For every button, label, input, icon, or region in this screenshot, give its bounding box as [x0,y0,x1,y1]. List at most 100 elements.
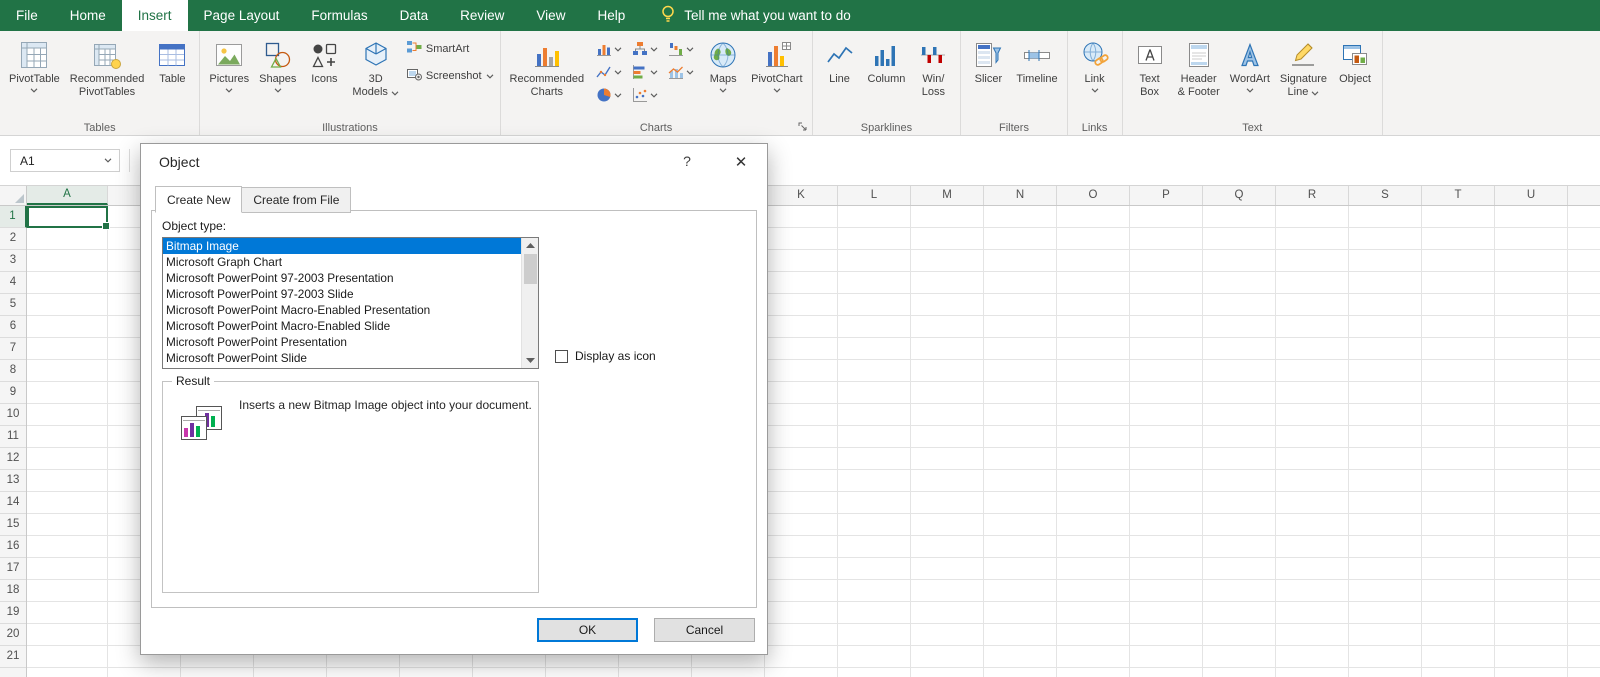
column-header-L[interactable]: L [838,186,911,205]
tell-me-box[interactable]: Tell me what you want to do [661,0,851,31]
column-header-U[interactable]: U [1495,186,1568,205]
object-type-option[interactable]: Microsoft PowerPoint Macro-Enabled Slide [163,318,521,334]
sparkline-line-button[interactable]: Line [817,33,863,120]
row-header-19[interactable]: 19 [0,602,26,624]
column-header-Q[interactable]: Q [1203,186,1276,205]
link-button[interactable]: Link [1072,33,1118,120]
row-header-5[interactable]: 5 [0,294,26,316]
maps-button[interactable]: Maps [700,33,746,120]
menu-tab-help[interactable]: Help [581,0,641,31]
dialog-tab-create-from-file[interactable]: Create from File [241,187,352,213]
insert-line-chart-button[interactable] [595,63,622,80]
smartart-button[interactable]: SmartArt [406,39,494,58]
slicer-button[interactable]: Slicer [965,33,1011,120]
menu-tab-insert[interactable]: Insert [121,0,188,31]
column-header-M[interactable]: M [911,186,984,205]
display-as-icon-checkbox[interactable] [555,349,568,363]
dialog-tab-create-new[interactable]: Create New [155,186,243,213]
row-header-13[interactable]: 13 [0,470,26,492]
chevron-down-icon [650,46,658,53]
header-footer-button[interactable]: Header & Footer [1173,33,1225,120]
insert-bar-chart-button[interactable] [631,63,658,80]
signature-line-button[interactable]: Signature Line [1275,33,1332,120]
column-header-A[interactable]: A [27,186,108,205]
shapes-button[interactable]: Shapes [254,33,301,120]
object-type-option[interactable]: Microsoft PowerPoint Slide [163,350,521,366]
row-header-3[interactable]: 3 [0,250,26,272]
scrollbar-thumb[interactable] [523,254,537,284]
dialog-launcher-icon[interactable] [797,121,809,133]
text-box-button[interactable]: Text Box [1127,33,1173,120]
selected-cell-a1[interactable] [27,206,110,230]
insert-scatter-chart-button[interactable] [631,86,658,103]
row-header-20[interactable]: 20 [0,624,26,646]
column-header-T[interactable]: T [1422,186,1495,205]
insert-hierarchy-chart-button[interactable] [631,40,658,57]
menu-tab-home[interactable]: Home [54,0,122,31]
win-loss-button[interactable]: Win/ Loss [910,33,956,120]
object-button[interactable]: Object [1332,33,1378,120]
object-type-option[interactable]: Microsoft PowerPoint Macro-Enabled Prese… [163,302,521,318]
column-header-P[interactable]: P [1130,186,1203,205]
name-box[interactable]: A1 [10,149,120,172]
object-type-option[interactable]: Microsoft PowerPoint 97-2003 Slide [163,286,521,302]
help-icon[interactable]: ? [677,153,697,169]
recommended-pivottables-button[interactable]: Recommended PivotTables [65,33,150,120]
3d-models-button[interactable]: 3D Models [347,33,403,120]
object-type-option[interactable]: Microsoft Graph Chart [163,254,521,270]
row-header-12[interactable]: 12 [0,448,26,470]
pivotchart-button[interactable]: PivotChart [746,33,807,120]
row-header-21[interactable]: 21 [0,646,26,668]
row-header-2[interactable]: 2 [0,228,26,250]
row-header-9[interactable]: 9 [0,382,26,404]
ok-button[interactable]: OK [537,618,638,642]
sparkline-column-button[interactable]: Column [863,33,911,120]
menu-tab-formulas[interactable]: Formulas [295,0,383,31]
object-type-option[interactable]: Bitmap Image [163,238,521,254]
row-header-14[interactable]: 14 [0,492,26,514]
object-type-option[interactable]: Microsoft PowerPoint 97-2003 Presentatio… [163,270,521,286]
scrollbar[interactable] [521,238,538,368]
row-header-15[interactable]: 15 [0,514,26,536]
insert-pie-chart-button[interactable] [595,86,622,103]
close-icon[interactable]: ✕ [729,150,753,174]
table-button[interactable]: Table [149,33,195,120]
row-header-10[interactable]: 10 [0,404,26,426]
scroll-up-icon[interactable] [522,238,539,253]
row-header-18[interactable]: 18 [0,580,26,602]
row-header-16[interactable]: 16 [0,536,26,558]
timeline-button[interactable]: Timeline [1011,33,1062,120]
insert-column-chart-button[interactable] [595,40,622,57]
row-header-1[interactable]: 1 [0,206,27,228]
pictures-button[interactable]: Pictures [204,33,254,120]
menu-tab-data[interactable]: Data [384,0,445,31]
icons-button[interactable]: Icons [301,33,347,120]
menu-tab-view[interactable]: View [520,0,581,31]
row-header-6[interactable]: 6 [0,316,26,338]
column-header-K[interactable]: K [765,186,838,205]
row-header-4[interactable]: 4 [0,272,26,294]
row-header-11[interactable]: 11 [0,426,26,448]
insert-combo-chart-button[interactable] [667,63,694,80]
menu-tab-page-layout[interactable]: Page Layout [188,0,296,31]
select-all-corner[interactable] [0,186,27,206]
object-type-option[interactable]: Microsoft PowerPoint Presentation [163,334,521,350]
cancel-button[interactable]: Cancel [654,618,755,642]
column-header-S[interactable]: S [1349,186,1422,205]
menu-tab-review[interactable]: Review [444,0,520,31]
menu-tab-file[interactable]: File [0,0,54,31]
scroll-down-icon[interactable] [522,353,539,368]
row-header-17[interactable]: 17 [0,558,26,580]
row-header-8[interactable]: 8 [0,360,26,382]
column-header-O[interactable]: O [1057,186,1130,205]
screenshot-button[interactable]: Screenshot [406,66,494,85]
dialog-titlebar[interactable]: Object ? ✕ [141,144,767,184]
row-header-7[interactable]: 7 [0,338,26,360]
chevron-down-icon[interactable] [104,158,119,163]
column-header-N[interactable]: N [984,186,1057,205]
insert-waterfall-chart-button[interactable] [667,40,694,57]
recommended-charts-button[interactable]: Recommended Charts [505,33,590,120]
pivottable-button[interactable]: PivotTable [4,33,65,120]
wordart-button[interactable]: WordArt [1225,33,1275,120]
column-header-R[interactable]: R [1276,186,1349,205]
